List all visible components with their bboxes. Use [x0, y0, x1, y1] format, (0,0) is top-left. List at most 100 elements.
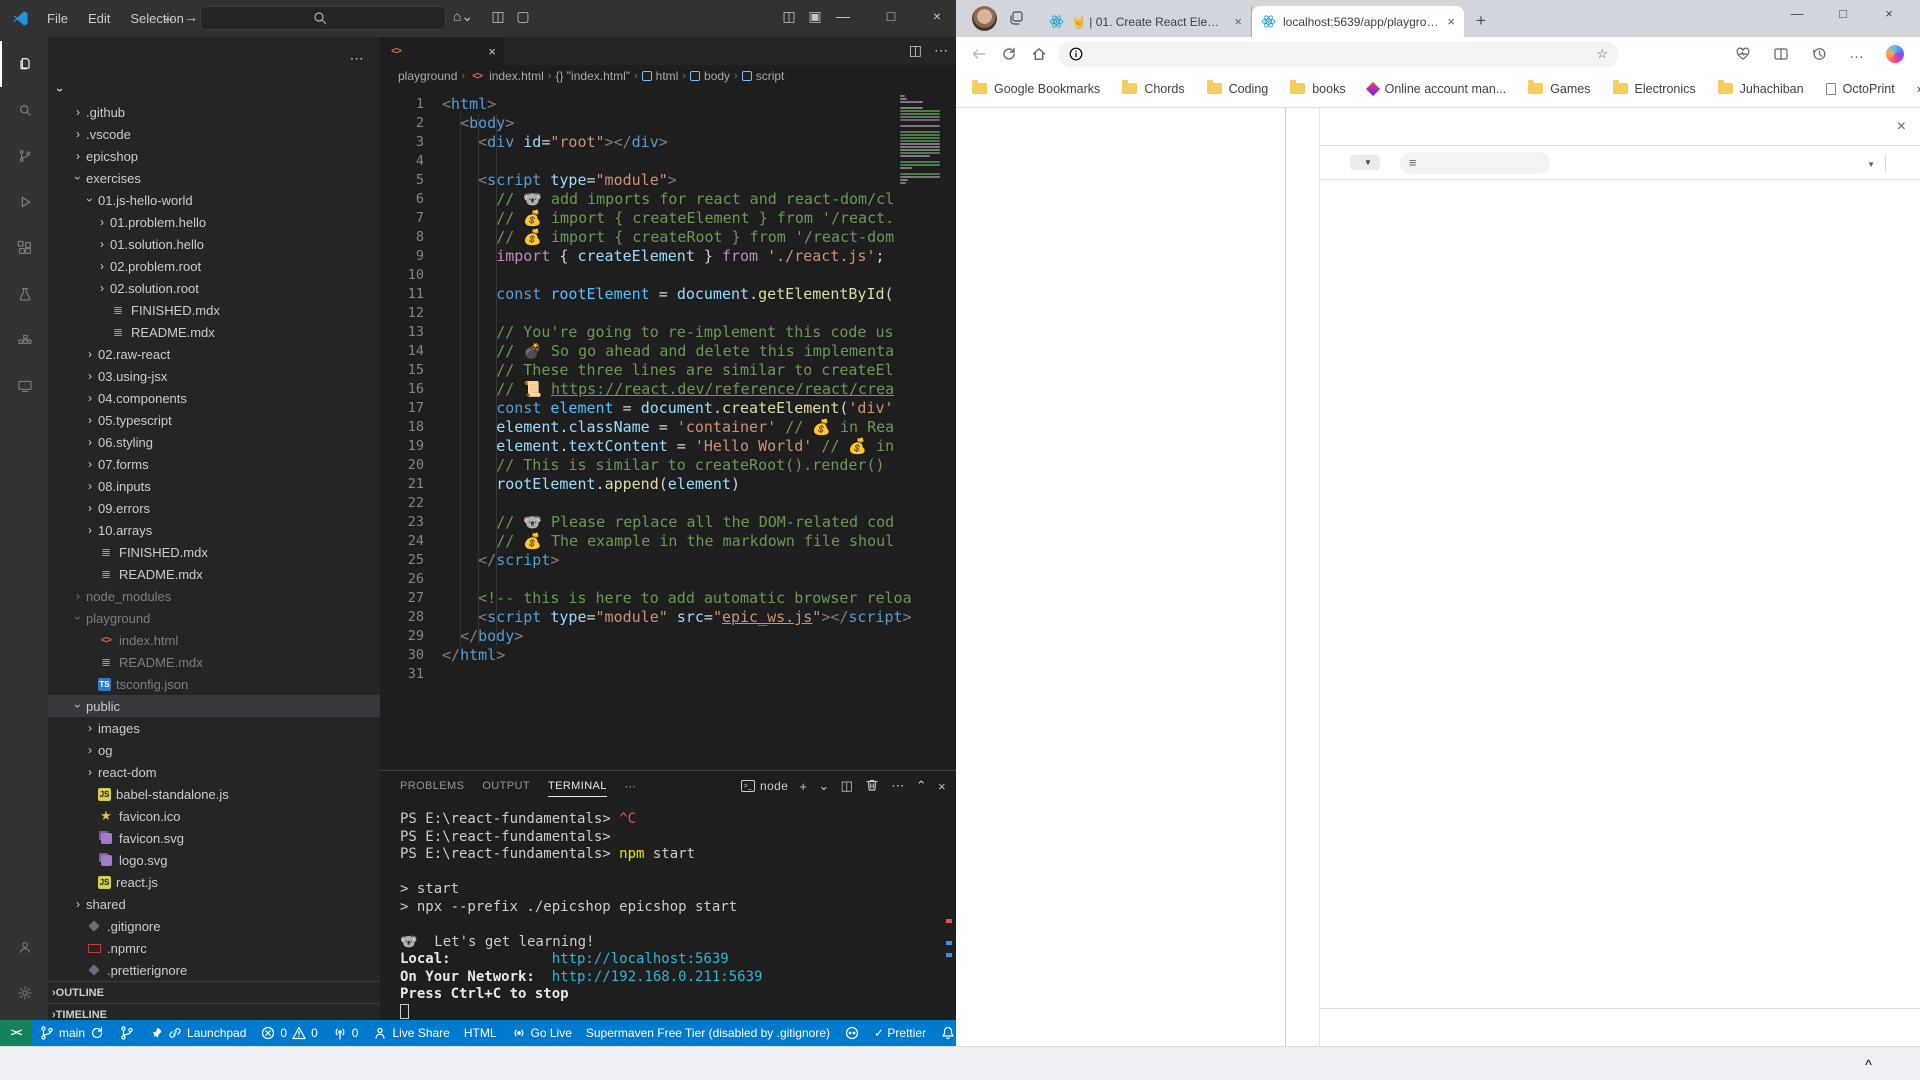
- status-launchpad[interactable]: Launchpad: [142, 1020, 253, 1046]
- browser-essentials-icon[interactable]: [1728, 46, 1758, 62]
- status-copilot[interactable]: [837, 1020, 867, 1046]
- tree-folder-09-errors[interactable]: ›09.errors: [48, 497, 380, 519]
- status-go-live[interactable]: Go Live: [504, 1020, 579, 1046]
- status-git-branch[interactable]: main: [32, 1020, 112, 1046]
- settings-more-icon[interactable]: …: [1842, 45, 1872, 62]
- containers-icon[interactable]: [0, 317, 48, 363]
- browser-minimize-icon[interactable]: —: [1782, 6, 1812, 21]
- tree-file-readme-mdx[interactable]: ≣README.mdx: [48, 651, 380, 673]
- site-info-icon[interactable]: [1068, 46, 1084, 62]
- status-ports[interactable]: 0: [325, 1020, 366, 1046]
- tree-folder-public[interactable]: ›public: [48, 695, 380, 717]
- browser-tab-1[interactable]: 🤘 | 01. Create React Elements | 0×: [1040, 6, 1252, 37]
- tab-close-icon[interactable]: ×: [1234, 14, 1242, 29]
- code-editor[interactable]: 1<html>2 <body>3 <div id="root"></div>45…: [380, 87, 956, 770]
- tree-folder-shared[interactable]: ›shared: [48, 893, 380, 915]
- tree-folder--github[interactable]: ›.github: [48, 101, 380, 123]
- source-control-icon[interactable]: [0, 133, 48, 179]
- more-actions-icon[interactable]: ⋯: [934, 42, 948, 59]
- log-levels-dropdown[interactable]: ▼: [1867, 156, 1875, 170]
- terminal-instance-node[interactable]: >_node: [741, 779, 788, 793]
- home-icon[interactable]: [1024, 46, 1054, 62]
- status-prettier[interactable]: ✓ Prettier: [867, 1020, 933, 1046]
- history-forward-icon[interactable]: →: [184, 9, 198, 25]
- bookmark-coding[interactable]: Coding: [1207, 82, 1269, 96]
- bookmark-electronics[interactable]: Electronics: [1613, 82, 1696, 96]
- tree-folder-02-solution-root[interactable]: ›02.solution.root: [48, 277, 380, 299]
- tray-expand-icon[interactable]: ^: [1865, 1057, 1872, 1071]
- console-filter-input[interactable]: [1400, 152, 1550, 174]
- tab-close-icon[interactable]: ×: [1447, 14, 1455, 29]
- tree-folder-react-dom[interactable]: ›react-dom: [48, 761, 380, 783]
- command-center-search[interactable]: [200, 6, 446, 30]
- kill-terminal-icon[interactable]: [864, 777, 880, 796]
- panel-tab-output[interactable]: OUTPUT: [482, 780, 530, 792]
- section-timeline[interactable]: ›TIMELINE: [48, 1003, 380, 1020]
- tab-index-html[interactable]: <> ×: [380, 37, 504, 65]
- tree-folder-01-solution-hello[interactable]: ›01.solution.hello: [48, 233, 380, 255]
- search-icon[interactable]: [0, 87, 48, 133]
- panel-tab-problems[interactable]: PROBLEMS: [400, 780, 464, 792]
- terminal-dropdown-icon[interactable]: ⌄: [818, 778, 829, 794]
- tree-file-tsconfig-json[interactable]: TStsconfig.json: [48, 673, 380, 695]
- menu-item-file[interactable]: File: [39, 8, 76, 30]
- status-problems[interactable]: 00: [253, 1020, 324, 1046]
- tree-folder-07-forms[interactable]: ›07.forms: [48, 453, 380, 475]
- browser-tab-2[interactable]: localhost:5639/app/playground/×: [1252, 6, 1464, 37]
- tree-file-index-html[interactable]: <>index.html: [48, 629, 380, 651]
- accounts-icon[interactable]: [0, 924, 48, 970]
- favorite-star-icon[interactable]: ☆: [1596, 46, 1608, 62]
- tree-folder-04-components[interactable]: ›04.components: [48, 387, 380, 409]
- breadcrumb-item[interactable]: script: [742, 69, 785, 83]
- tree-folder-og[interactable]: ›og: [48, 739, 380, 761]
- panel-more-actions-icon[interactable]: ⋯: [891, 778, 904, 794]
- terminal[interactable]: PS E:\react-fundamentals> ^CPS E:\react-…: [380, 801, 956, 1022]
- toggle-panel-icon[interactable]: ◫: [487, 8, 509, 25]
- profile-avatar[interactable]: [972, 6, 997, 31]
- breadcrumb-item[interactable]: html: [642, 69, 679, 83]
- tree-file--npmrc[interactable]: .npmrc: [48, 937, 380, 959]
- new-terminal-icon[interactable]: +: [799, 779, 807, 794]
- close-icon[interactable]: ×: [926, 8, 948, 24]
- close-panel-icon[interactable]: ×: [938, 779, 946, 794]
- breadcrumb-item[interactable]: {} "index.html": [555, 69, 630, 83]
- split-screen-icon[interactable]: [1766, 46, 1796, 62]
- tree-file-favicon-svg[interactable]: favicon.svg: [48, 827, 380, 849]
- tree-folder--vscode[interactable]: ›.vscode: [48, 123, 380, 145]
- section-outline[interactable]: ›OUTLINE: [48, 981, 380, 1003]
- copilot-icon[interactable]: [1880, 45, 1910, 63]
- tree-folder-images[interactable]: ›images: [48, 717, 380, 739]
- bookmark-games[interactable]: Games: [1528, 82, 1590, 96]
- tab-close-icon[interactable]: ×: [488, 44, 496, 59]
- bookmark-online-account-man---[interactable]: Online account man...: [1368, 82, 1507, 96]
- context-selector[interactable]: ▼: [1350, 155, 1380, 170]
- refresh-icon[interactable]: [994, 46, 1024, 62]
- toggle-sidebar-icon[interactable]: ▢: [512, 8, 534, 25]
- run-and-debug-icon[interactable]: [0, 179, 48, 225]
- tree-folder-06-styling[interactable]: ›06.styling: [48, 431, 380, 453]
- tree-folder-playground[interactable]: ›playground: [48, 607, 380, 629]
- explorer-icon[interactable]: [0, 41, 48, 87]
- panel-more-icon[interactable]: ⋯: [625, 780, 636, 793]
- bookmark-books[interactable]: books: [1290, 82, 1345, 96]
- tree-folder-01-js-hello-world[interactable]: ›01.js-hello-world: [48, 189, 380, 211]
- tree-file-finished-mdx[interactable]: ≣FINISHED.mdx: [48, 541, 380, 563]
- breadcrumb-item[interactable]: playground: [398, 69, 457, 83]
- status-remote-indicator[interactable]: ><: [0, 1020, 32, 1046]
- tree-folder-node_modules[interactable]: ›node_modules: [48, 585, 380, 607]
- status-language-mode[interactable]: HTML: [457, 1020, 504, 1046]
- bookmark-chords[interactable]: Chords: [1122, 82, 1184, 96]
- status-source-control-graph[interactable]: [112, 1020, 142, 1046]
- browser-close-icon[interactable]: ×: [1874, 6, 1904, 21]
- tree-folder-02-raw-react[interactable]: ›02.raw-react: [48, 343, 380, 365]
- maximize-panel-icon[interactable]: ⌃: [916, 778, 927, 794]
- tree-folder-exercises[interactable]: ›exercises: [48, 167, 380, 189]
- menu-item-selection[interactable]: Selection: [122, 8, 191, 30]
- status-live-share[interactable]: Live Share: [365, 1020, 456, 1046]
- menu-item-edit[interactable]: Edit: [80, 8, 118, 30]
- address-bar[interactable]: ☆: [1058, 41, 1618, 67]
- browser-maximize-icon[interactable]: □: [1828, 6, 1858, 21]
- tree-folder-03-using-jsx[interactable]: ›03.using-jsx: [48, 365, 380, 387]
- remote-explorer-icon[interactable]: [0, 363, 48, 409]
- page-viewport[interactable]: [956, 108, 1286, 1046]
